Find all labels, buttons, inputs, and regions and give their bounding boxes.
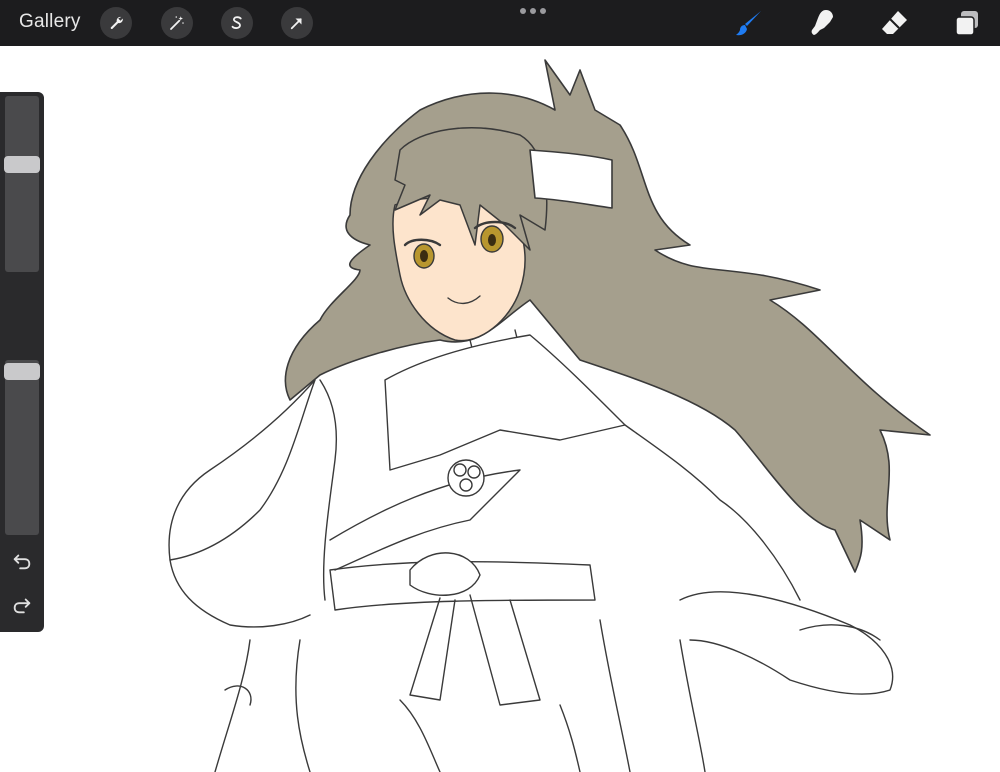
selection-s-icon bbox=[231, 16, 242, 29]
undo-icon bbox=[13, 554, 31, 570]
three-dots-icon bbox=[520, 8, 526, 14]
headband bbox=[529, 149, 613, 209]
smudge-finger-icon bbox=[811, 10, 833, 35]
opacity-slider[interactable] bbox=[5, 360, 39, 535]
eraser-tool-button[interactable] bbox=[878, 7, 910, 39]
more-options-button[interactable] bbox=[520, 6, 546, 16]
undo-button[interactable] bbox=[9, 548, 35, 574]
arrow-cursor-icon bbox=[290, 18, 302, 30]
layers-icon bbox=[955, 11, 978, 36]
left-sidebar bbox=[0, 92, 44, 632]
brush-tool-button[interactable] bbox=[733, 7, 765, 39]
brush-size-slider[interactable] bbox=[5, 96, 39, 272]
redo-button[interactable] bbox=[9, 592, 35, 618]
wrench-icon bbox=[110, 16, 123, 30]
artwork bbox=[168, 59, 931, 772]
actions-button[interactable] bbox=[100, 7, 132, 39]
drawing-canvas[interactable] bbox=[0, 46, 1000, 772]
gallery-button[interactable]: Gallery bbox=[19, 11, 81, 33]
brush-icon bbox=[736, 11, 761, 36]
smudge-tool-button[interactable] bbox=[805, 7, 837, 39]
eraser-icon bbox=[882, 11, 907, 34]
brush-size-thumb[interactable] bbox=[4, 156, 40, 174]
adjustments-button[interactable] bbox=[161, 7, 193, 39]
transform-button[interactable] bbox=[281, 7, 313, 39]
layers-button[interactable] bbox=[951, 7, 983, 39]
procreate-app: Gallery bbox=[0, 0, 1000, 772]
selection-button[interactable] bbox=[221, 7, 253, 39]
top-toolbar: Gallery bbox=[0, 0, 1000, 46]
opacity-thumb[interactable] bbox=[4, 363, 40, 381]
magic-wand-icon bbox=[170, 16, 184, 30]
redo-icon bbox=[13, 598, 31, 614]
hair-back bbox=[284, 59, 931, 573]
